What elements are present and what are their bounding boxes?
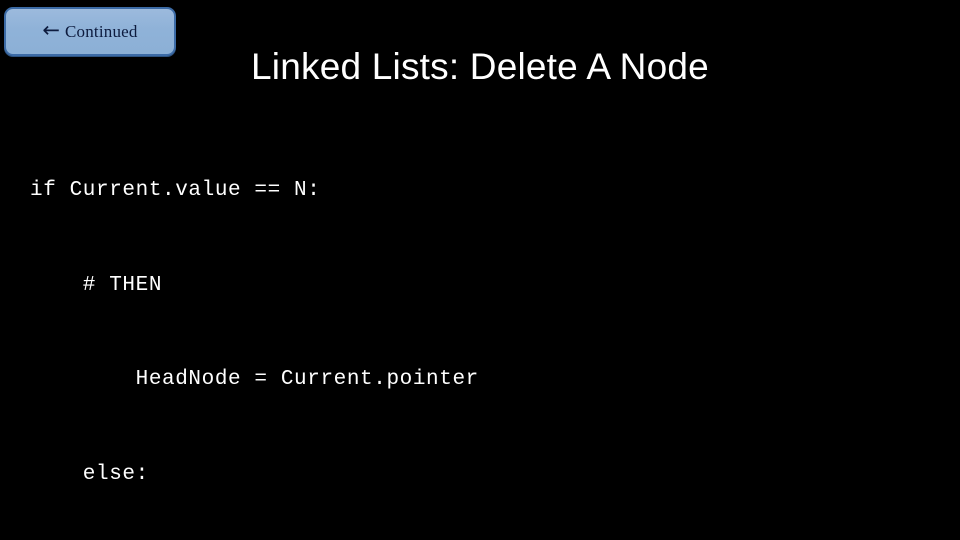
code-line: # THEN bbox=[30, 273, 163, 297]
continued-button-label: Continued bbox=[64, 21, 138, 41]
slide-canvas: ← Continued Linked Lists: Delete A Node … bbox=[0, 0, 960, 540]
page-title: Linked Lists: Delete A Node bbox=[251, 46, 709, 87]
code-line: HeadNode = Current.pointer bbox=[30, 368, 479, 391]
left-arrow-icon: ← bbox=[42, 18, 60, 42]
pseudocode-block: if Current.value == N: # THEN HeadNode =… bbox=[30, 112, 950, 540]
code-line: if Current.value == N: bbox=[30, 179, 321, 202]
code-line: else: bbox=[30, 462, 149, 486]
